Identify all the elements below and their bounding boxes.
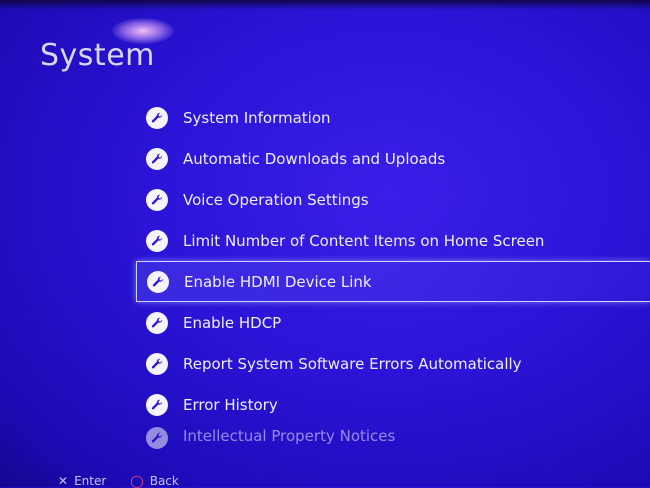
cross-button-icon: ✕ <box>58 474 69 488</box>
menu-item-label: Error History <box>183 395 278 414</box>
menu-item-enable-hdmi-device-link[interactable]: Enable HDMI Device Link <box>136 261 650 302</box>
menu-item-label: System Information <box>183 108 331 127</box>
menu-item-label: Voice Operation Settings <box>183 190 369 209</box>
page-title: System <box>40 38 155 73</box>
menu-item-enable-hdcp[interactable]: Enable HDCP <box>138 302 650 343</box>
wrench-icon <box>146 311 168 334</box>
wrench-icon <box>146 188 168 211</box>
menu-item-label: Limit Number of Content Items on Home Sc… <box>183 231 545 250</box>
back-hint-label: Back <box>149 474 179 488</box>
menu-item-automatic-downloads[interactable]: Automatic Downloads and Uploads <box>138 138 650 179</box>
menu-item-error-history[interactable]: Error History <box>138 384 650 425</box>
menu-item-label: Enable HDCP <box>183 313 282 332</box>
menu-item-report-errors[interactable]: Report System Software Errors Automatica… <box>138 343 650 384</box>
wrench-icon <box>146 147 168 170</box>
menu-item-system-information[interactable]: System Information <box>138 97 650 138</box>
enter-hint-label: Enter <box>74 474 107 488</box>
controller-hints: ✕ Enter ◯ Back <box>58 474 179 488</box>
circle-button-icon: ◯ <box>130 474 144 488</box>
menu-item-label: Enable HDMI Device Link <box>184 272 372 291</box>
wrench-icon <box>146 352 168 375</box>
menu-item-intellectual-property[interactable]: Intellectual Property Notices <box>138 425 650 449</box>
screen-top-edge <box>0 0 650 10</box>
wrench-icon <box>146 427 168 449</box>
menu-item-label: Automatic Downloads and Uploads <box>183 149 446 168</box>
wrench-icon <box>147 270 169 293</box>
menu-item-voice-operation[interactable]: Voice Operation Settings <box>138 179 650 220</box>
menu-item-limit-content-items[interactable]: Limit Number of Content Items on Home Sc… <box>138 220 650 261</box>
menu-item-label: Intellectual Property Notices <box>183 427 396 445</box>
settings-list: System Information Automatic Downloads a… <box>136 97 650 449</box>
wrench-icon <box>146 106 168 129</box>
wrench-icon <box>146 229 168 252</box>
menu-item-label: Report System Software Errors Automatica… <box>183 354 522 373</box>
wrench-icon <box>146 393 168 416</box>
